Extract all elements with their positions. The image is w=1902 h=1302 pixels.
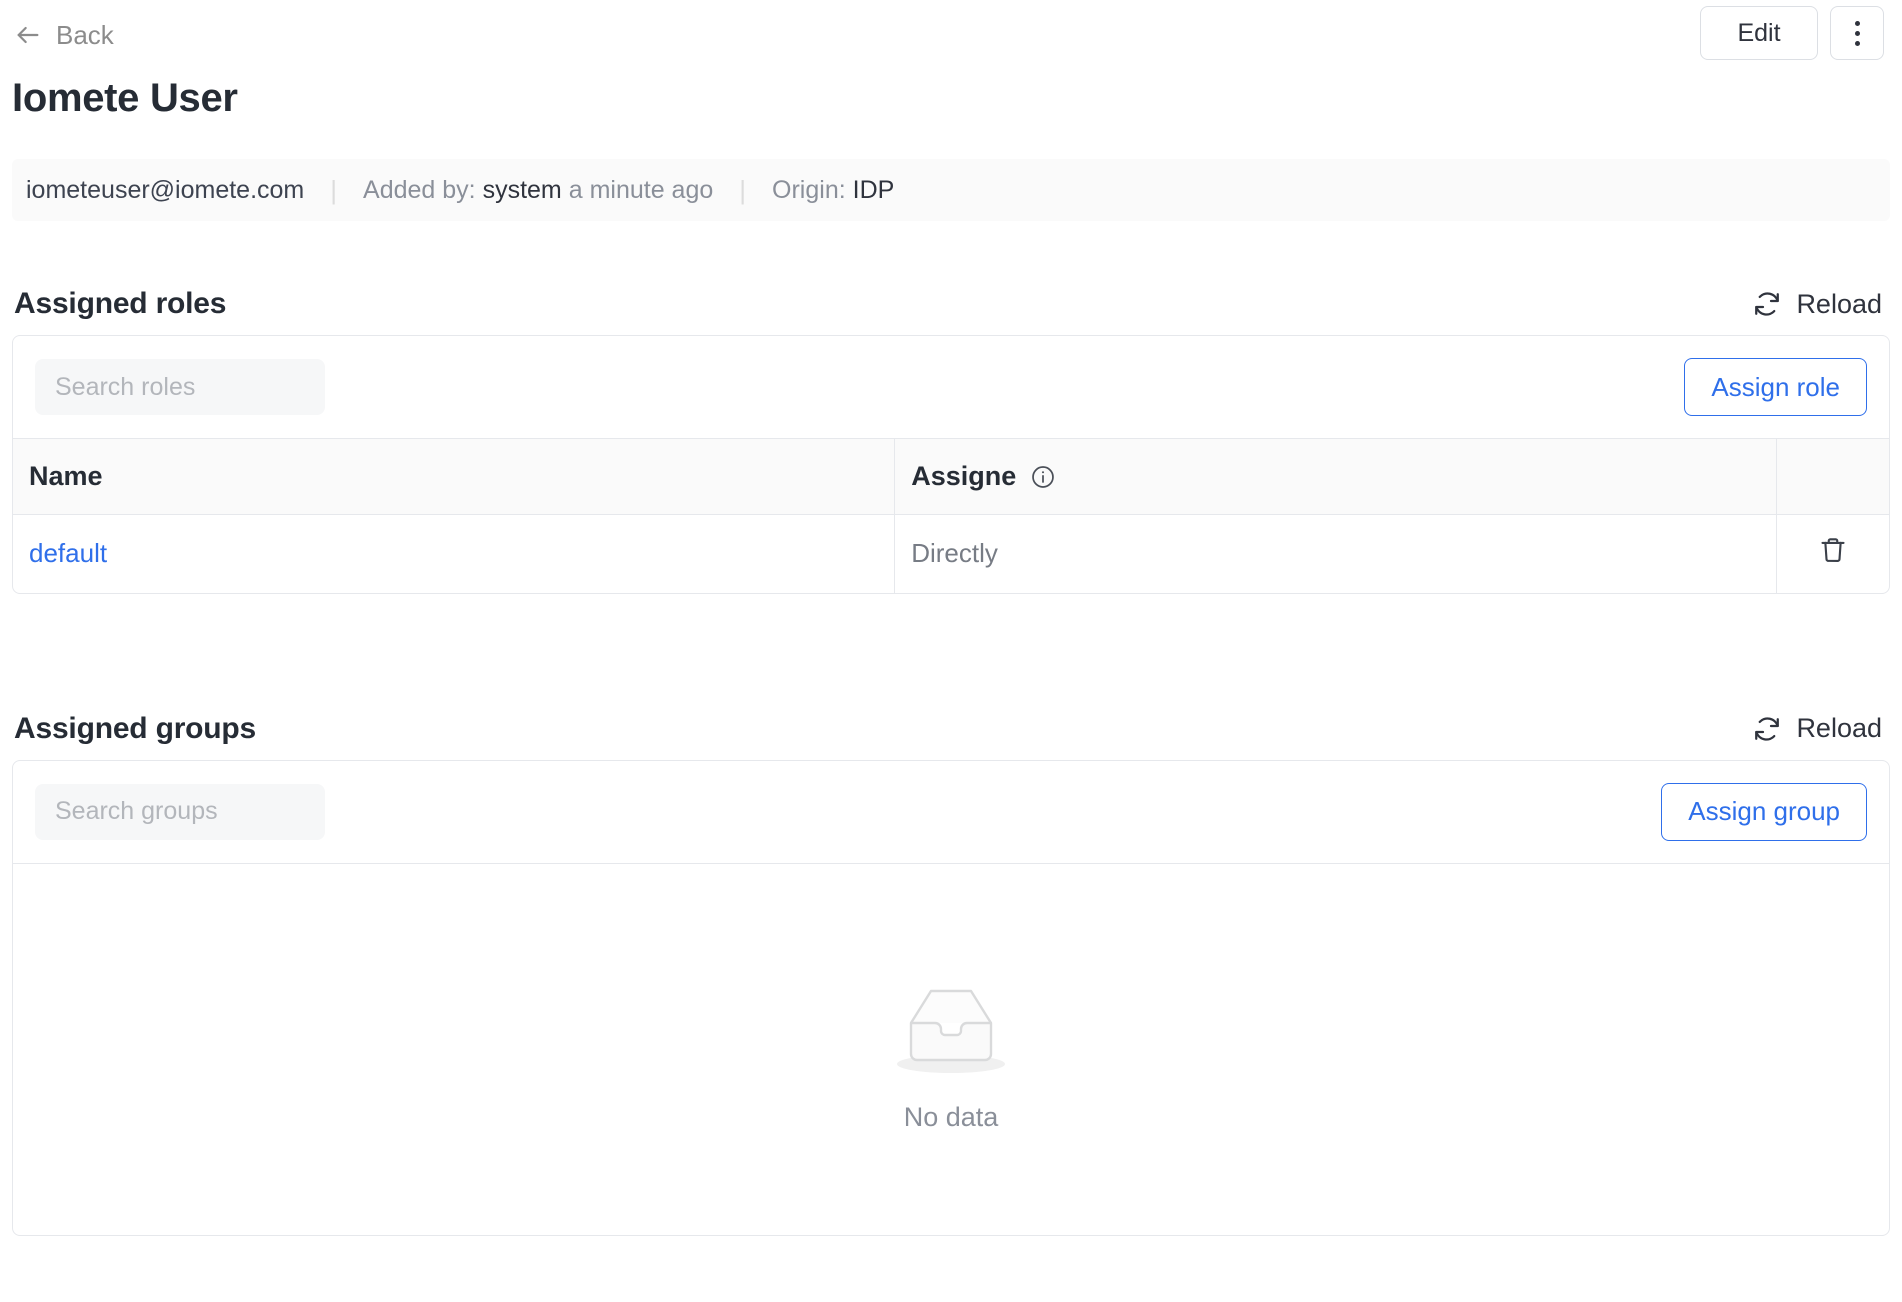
- column-header-assigned[interactable]: Assigne: [894, 438, 1777, 515]
- role-name-link[interactable]: default: [29, 538, 107, 568]
- added-when: a minute ago: [568, 175, 714, 204]
- assigned-roles-table: Name Assigne default Directly: [13, 438, 1889, 593]
- empty-state-label: No data: [903, 1101, 999, 1132]
- empty-inbox-icon: [887, 976, 1015, 1080]
- groups-toolbar: Assign group: [13, 761, 1889, 863]
- column-header-name[interactable]: Name: [13, 438, 896, 515]
- column-header-assigned-label: Assigne: [911, 461, 1017, 491]
- assigned-roles-title: Assigned roles: [14, 287, 227, 320]
- role-name-cell: default: [13, 514, 896, 593]
- back-button[interactable]: Back: [12, 20, 114, 51]
- more-options-button[interactable]: [1830, 6, 1884, 60]
- assign-group-button[interactable]: Assign group: [1661, 782, 1867, 841]
- role-assigned-cell: Directly: [894, 514, 1777, 593]
- roles-toolbar: Assign role: [13, 336, 1889, 438]
- added-by-label: Added by:: [363, 175, 476, 204]
- trash-icon[interactable]: [1818, 535, 1848, 565]
- arrow-left-icon: [14, 21, 42, 49]
- back-label: Back: [56, 19, 114, 50]
- assigned-roles-header: Assigned roles Reload: [12, 287, 1890, 321]
- meta-separator: |: [330, 174, 338, 205]
- edit-button[interactable]: Edit: [1700, 6, 1818, 60]
- column-header-actions: [1776, 438, 1889, 515]
- table-row: default Directly: [13, 514, 1889, 593]
- refresh-icon: [1752, 289, 1782, 319]
- groups-empty-state: No data: [13, 862, 1889, 1235]
- assigned-groups-title: Assigned groups: [14, 711, 257, 745]
- added-by-value: system: [482, 175, 562, 204]
- search-groups-input[interactable]: [35, 783, 325, 840]
- assigned-groups-header: Assigned groups Reload: [12, 712, 1890, 746]
- origin-value: IDP: [852, 175, 895, 204]
- search-roles-input[interactable]: [35, 359, 325, 415]
- user-meta-bar: iometeuser@iomete.com | Added by: system…: [12, 159, 1890, 221]
- more-vertical-icon: [1854, 20, 1860, 46]
- top-bar: Back Edit: [12, 0, 1890, 70]
- page-title: Iomete User: [12, 76, 238, 120]
- assigned-roles-card: Assign role Name Assigne: [12, 335, 1890, 594]
- reload-groups-button[interactable]: Reload: [1752, 713, 1888, 744]
- info-circle-icon[interactable]: [1030, 464, 1056, 490]
- reload-groups-label: Reload: [1796, 713, 1882, 743]
- assign-role-button[interactable]: Assign role: [1684, 358, 1867, 416]
- assigned-groups-card: Assign group No data: [12, 759, 1890, 1236]
- role-actions-cell: [1776, 515, 1889, 593]
- user-detail-page: Back Edit Iomete User iometeuser@iomete.…: [0, 0, 1902, 1302]
- table-header-row: Name Assigne: [13, 438, 1889, 515]
- reload-roles-label: Reload: [1796, 288, 1882, 319]
- column-header-name-label: Name: [29, 461, 103, 491]
- top-bar-actions: Edit: [1700, 6, 1884, 60]
- origin-label: Origin:: [772, 175, 846, 204]
- reload-roles-button[interactable]: Reload: [1752, 289, 1888, 320]
- meta-separator-2: |: [739, 174, 747, 205]
- user-email: iometeuser@iomete.com: [26, 175, 305, 204]
- refresh-icon: [1752, 714, 1782, 744]
